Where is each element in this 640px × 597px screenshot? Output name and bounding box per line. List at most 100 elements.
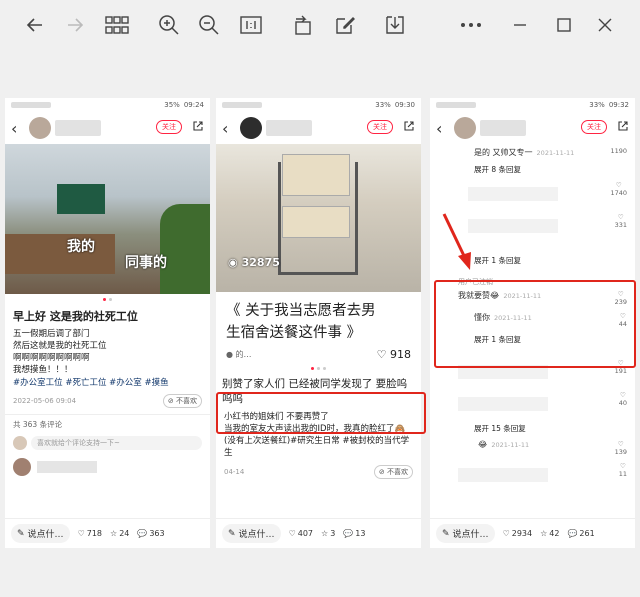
post-header: ‹ 关注 <box>430 112 635 144</box>
zoom-out-icon[interactable] <box>194 10 224 40</box>
more-icon[interactable] <box>456 10 486 40</box>
viewer-toolbar <box>0 0 640 50</box>
star-icon: ☆ <box>110 529 118 538</box>
collect-button[interactable]: ☆ 42 <box>540 529 559 538</box>
share-icon[interactable] <box>192 120 204 132</box>
grid-icon[interactable] <box>102 10 132 40</box>
avatar[interactable] <box>454 117 476 139</box>
comment-like[interactable]: ♡ 40 <box>619 391 627 407</box>
comment-input[interactable]: 喜欢就给个评论支持一下~ <box>31 436 202 450</box>
back-icon[interactable]: ‹ <box>222 119 236 138</box>
status-bar: 33% 09:30 <box>216 98 421 112</box>
follow-button[interactable]: 关注 <box>367 120 393 134</box>
heart-icon: ♡ <box>617 440 624 448</box>
title-like-row: ● 的… ♡ 918 <box>226 348 411 361</box>
comment-input-row: 喜欢就给个评论支持一下~ <box>13 436 202 450</box>
post-date: 04-14 <box>224 468 245 476</box>
follow-button[interactable]: 关注 <box>156 120 182 134</box>
collect-button[interactable]: ☆ 3 <box>321 529 335 538</box>
heart-icon: ♡ <box>617 213 624 221</box>
video-thumbnail[interactable]: ◉ 32875 <box>216 144 421 292</box>
my-avatar <box>13 436 27 450</box>
status-time: 09:24 <box>183 101 204 109</box>
edit-icon[interactable] <box>330 10 360 40</box>
avatar[interactable] <box>240 117 262 139</box>
arrow-left-icon[interactable] <box>20 10 50 40</box>
heart-icon: ♡ <box>288 529 296 538</box>
comment: ♡ 40 <box>438 388 627 420</box>
post-image[interactable]: 我的 同事的 <box>5 144 210 294</box>
heart-icon: ♡ <box>619 462 626 470</box>
highlight-box-panel3 <box>434 280 636 368</box>
expand-replies[interactable]: 展开 15 条回复 <box>438 420 627 437</box>
title-like-button[interactable]: ♡ 918 <box>377 348 411 361</box>
comment-button[interactable]: 💬 13 <box>343 529 365 538</box>
share-icon[interactable] <box>617 120 629 132</box>
bottom-action-bar: ✎ 说点什… ♡ 407 ☆ 3 💬 13 <box>216 518 421 548</box>
status-bar: 33% 09:32 <box>430 98 635 112</box>
comment-icon: 💬 <box>137 529 148 538</box>
screenshot-panel-1: 35% 09:24 ‹ 关注 我的 同事的 早上好 这是我的社死工位 五一假期后… <box>5 98 210 548</box>
arrow-right-icon[interactable] <box>60 10 90 40</box>
follow-button[interactable]: 关注 <box>581 120 607 134</box>
back-icon[interactable]: ‹ <box>436 119 450 138</box>
comment-count: 共 363 条评论 <box>5 414 210 434</box>
back-icon[interactable]: ‹ <box>11 119 25 138</box>
post-header: ‹ 关注 <box>216 112 421 144</box>
dislike-button[interactable]: ⊘ 不喜欢 <box>373 465 413 479</box>
post-title: 早上好 这是我的社死工位 <box>13 310 138 323</box>
dislike-button[interactable]: ⊘ 不喜欢 <box>162 394 202 408</box>
actual-size-icon[interactable] <box>236 10 266 40</box>
say-something-input[interactable]: ✎ 说点什… <box>436 524 495 543</box>
battery-level: 35% <box>164 101 180 109</box>
comment-button[interactable]: 💬 363 <box>137 529 164 538</box>
post-header: ‹ 关注 <box>5 112 210 144</box>
comment-like[interactable]: ♡ 331 <box>615 213 627 229</box>
screenshot-panel-2: 33% 09:30 ‹ 关注 ◉ 32875 《 关于我当志愿者去男 生宿舍送餐这… <box>216 98 421 548</box>
expand-replies[interactable]: 展开 8 条回复 <box>438 161 627 178</box>
comment-like[interactable]: ♡ 139 <box>615 440 627 456</box>
comment-like[interactable]: 1190 <box>610 147 627 155</box>
avatar[interactable] <box>29 117 51 139</box>
rotate-icon[interactable] <box>288 10 318 40</box>
collect-button[interactable]: ☆ 24 <box>110 529 129 538</box>
red-arrow-icon <box>442 213 471 270</box>
maximize-icon[interactable] <box>549 10 579 40</box>
post-tags[interactable]: #办公室工位 #死亡工位 #办公室 #摸鱼 <box>5 376 210 388</box>
like-button[interactable]: ♡ 2934 <box>503 529 533 538</box>
star-icon: ☆ <box>540 529 548 538</box>
plant <box>160 204 210 294</box>
comment: 😂 2021-11-11 ♡ 139 <box>478 440 627 456</box>
close-icon[interactable] <box>590 10 620 40</box>
minimize-icon[interactable] <box>505 10 535 40</box>
carousel-dots <box>5 294 210 304</box>
heart-icon: ♡ <box>77 529 85 538</box>
comment-like[interactable]: ♡ 1740 <box>610 181 627 197</box>
comment: ♡ 1740 <box>438 178 627 210</box>
body-line: 我想摸鱼！！！ <box>13 365 73 375</box>
say-something-input[interactable]: ✎ 说点什… <box>11 524 70 543</box>
status-left <box>11 102 51 108</box>
battery-level: 33% <box>375 101 391 109</box>
like-button[interactable]: ♡ 407 <box>289 529 313 538</box>
post-meta: 04-14 ⊘ 不喜欢 <box>216 459 421 485</box>
author-name-blurred <box>266 120 312 136</box>
comment-like[interactable]: ♡ 11 <box>619 462 627 478</box>
say-something-input[interactable]: ✎ 说点什… <box>222 524 281 543</box>
download-icon[interactable] <box>380 10 410 40</box>
body-line: 啊啊啊啊啊啊啊啊啊 <box>13 353 90 363</box>
share-icon[interactable] <box>403 120 415 132</box>
carousel-dots <box>216 363 421 373</box>
body-line: 五一假期后调了部门 <box>13 329 90 339</box>
post-title: 《 关于我当志愿者去男 生宿舍送餐这件事 》 <box>226 303 376 341</box>
comment-button[interactable]: 💬 261 <box>567 529 594 538</box>
like-button[interactable]: ♡ 718 <box>78 529 102 538</box>
body-line: 然后这就是我的社死工位 <box>13 341 107 351</box>
zoom-in-icon[interactable] <box>154 10 184 40</box>
overlay-label-mine: 我的 <box>67 239 95 255</box>
bottom-action-bar: ✎ 说点什… ♡ 2934 ☆ 42 💬 261 <box>430 518 635 548</box>
star-icon: ☆ <box>321 529 329 538</box>
view-count: ◉ 32875 <box>228 256 280 269</box>
bottom-action-bar: ✎ 说点什… ♡ 718 ☆ 24 💬 363 <box>5 518 210 548</box>
heart-icon: ♡ <box>619 391 626 399</box>
